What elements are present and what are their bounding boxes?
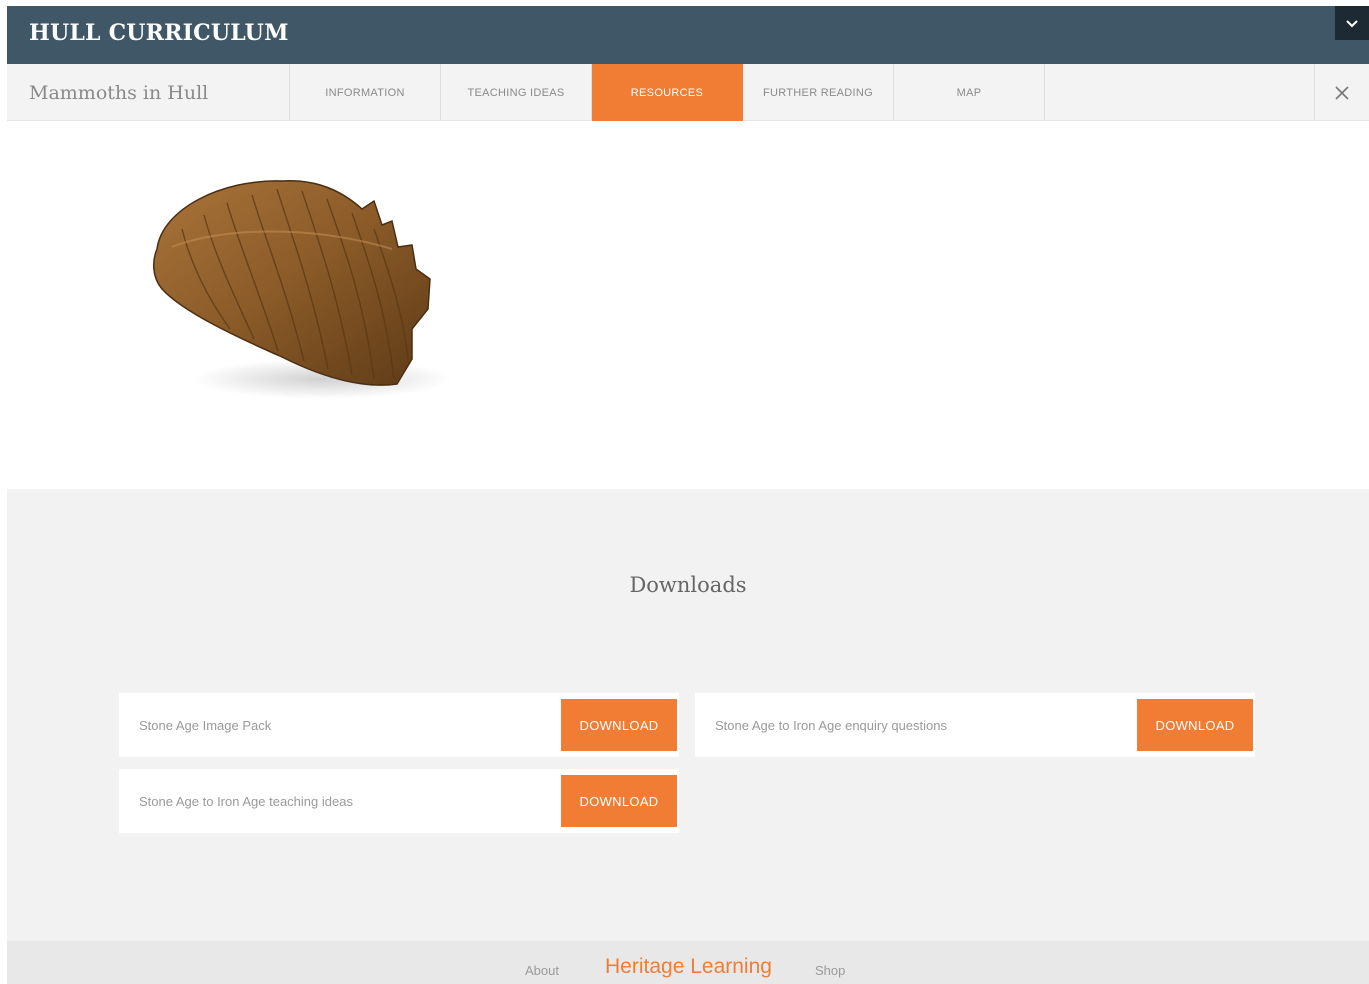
footer-link-about[interactable]: About: [525, 963, 559, 978]
hero-image-area: [7, 121, 1369, 489]
chevron-down-icon: [1346, 20, 1358, 28]
tab-teaching-ideas[interactable]: TEACHING IDEAS: [441, 64, 592, 121]
footer: About Heritage Learning Shop: [7, 941, 1369, 984]
tab-map[interactable]: MAP: [894, 64, 1045, 121]
tab-resources[interactable]: RESOURCES: [592, 64, 743, 121]
download-item: Stone Age Image Pack DOWNLOAD: [119, 693, 679, 757]
download-button[interactable]: DOWNLOAD: [561, 699, 677, 751]
downloads-section: Downloads Stone Age Image Pack DOWNLOAD …: [7, 489, 1369, 941]
mammoth-tooth-image: [152, 180, 452, 399]
page: HULL CURRICULUM Mammoths in Hull INFORMA…: [7, 6, 1369, 984]
tab-spacer: [1043, 64, 1315, 121]
tab-bar: INFORMATION TEACHING IDEAS RESOURCES FUR…: [290, 64, 1045, 121]
download-name: Stone Age to Iron Age teaching ideas: [139, 793, 353, 809]
site-title[interactable]: HULL CURRICULUM: [29, 20, 289, 46]
tab-information[interactable]: INFORMATION: [290, 64, 441, 121]
download-name: Stone Age Image Pack: [139, 717, 272, 733]
footer-brand-logo[interactable]: Heritage Learning: [605, 955, 772, 979]
download-item: Stone Age to Iron Age enquiry questions …: [695, 693, 1255, 757]
download-button[interactable]: DOWNLOAD: [1137, 699, 1253, 751]
close-icon: [1335, 85, 1349, 100]
downloads-heading: Downloads: [629, 573, 747, 597]
close-button[interactable]: [1315, 64, 1369, 121]
tab-further-reading[interactable]: FURTHER READING: [743, 64, 894, 121]
section-title: Mammoths in Hull: [7, 64, 290, 121]
download-button[interactable]: DOWNLOAD: [561, 775, 677, 827]
top-bar: HULL CURRICULUM: [7, 6, 1369, 64]
collapse-button[interactable]: [1335, 6, 1369, 40]
download-name: Stone Age to Iron Age enquiry questions: [715, 717, 948, 733]
footer-link-shop[interactable]: Shop: [815, 963, 845, 978]
section-nav: Mammoths in Hull INFORMATION TEACHING ID…: [7, 64, 1369, 121]
download-item: Stone Age to Iron Age teaching ideas DOW…: [119, 769, 679, 833]
